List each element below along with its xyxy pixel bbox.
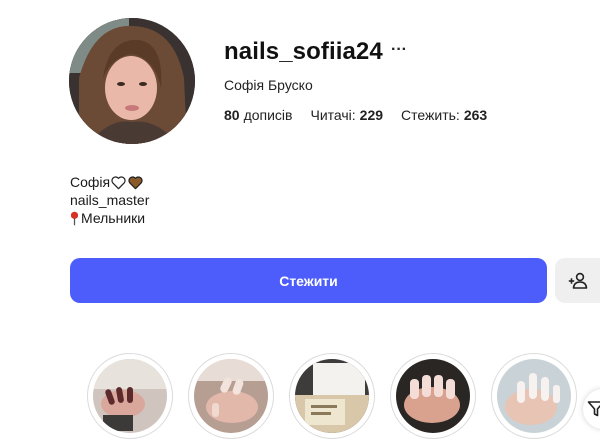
profile-bio: Софія nails_master Мельники (70, 173, 149, 227)
more-options-icon[interactable]: ··· (388, 40, 410, 60)
suggest-users-button[interactable] (555, 258, 600, 303)
white-heart-icon (111, 175, 126, 189)
bio-name: Софія (70, 174, 111, 190)
bio-profession: nails_master (70, 192, 150, 208)
posts-count-value: 80 (224, 107, 240, 123)
story-highlight[interactable] (390, 353, 476, 439)
filter-icon (587, 401, 600, 417)
story-highlight[interactable] (188, 353, 274, 439)
highlight-cover (93, 359, 167, 433)
bio-line-profession: nails_master (70, 191, 149, 209)
follow-button[interactable]: Стежити (70, 258, 547, 303)
highlight-cover (295, 359, 369, 433)
followers-link[interactable]: Читачі: 229 (310, 107, 383, 123)
round-pushpin-icon (70, 211, 79, 225)
profile-avatar[interactable] (69, 18, 195, 144)
profile-stats: 80 дописів Читачі: 229 Стежить: 263 (224, 107, 487, 123)
avatar-photo (69, 18, 195, 144)
following-label: Стежить: (401, 107, 460, 123)
brown-heart-icon (128, 175, 143, 189)
bio-location: Мельники (81, 210, 146, 226)
story-highlight[interactable] (87, 353, 173, 439)
highlight-cover (396, 359, 470, 433)
following-value: 263 (463, 107, 488, 123)
followers-label: Читачі: (310, 107, 356, 123)
followers-value: 229 (359, 107, 384, 123)
bio-line-location: Мельники (70, 209, 149, 227)
story-highlight[interactable] (289, 353, 375, 439)
following-link[interactable]: Стежить: 263 (401, 107, 487, 123)
highlight-cover (194, 359, 268, 433)
add-user-icon (568, 272, 587, 289)
posts-count: 80 дописів (224, 107, 292, 123)
highlight-cover (497, 359, 571, 433)
bio-line-name: Софія (70, 173, 149, 191)
posts-count-label: дописів (243, 107, 293, 123)
profile-full-name: Софія Бруско (224, 77, 313, 93)
story-highlight[interactable] (491, 353, 577, 439)
profile-username: nails_sofiia24 (224, 38, 383, 65)
filter-button[interactable] (583, 389, 600, 429)
